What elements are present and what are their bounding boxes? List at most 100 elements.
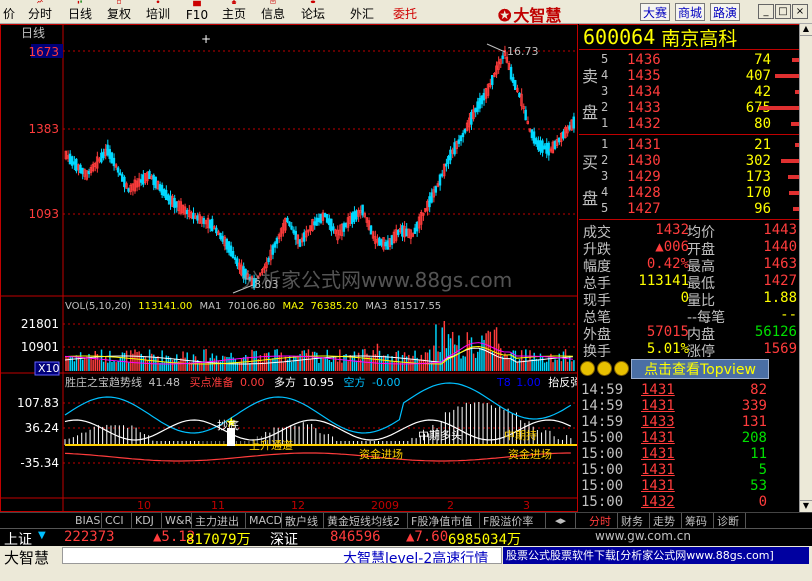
website-label[interactable]: www.gw.com.cn — [595, 529, 691, 543]
indicator-tab[interactable]: F股溢价率 — [480, 513, 546, 528]
roadshow-button[interactable]: 路演 — [710, 3, 740, 21]
candle-body — [541, 140, 544, 153]
mall-button[interactable]: 商城 — [675, 3, 705, 21]
view-tab[interactable]: 走势 — [650, 513, 682, 528]
menu-item-fuquan[interactable]: 复权 — [105, 0, 133, 24]
volume: 80 — [754, 116, 771, 132]
indicator-header: 胜庄之宝趋势线 41.48 买点准备 0.00 多方 10.95 空方 -0.0… — [65, 375, 400, 389]
view-tab[interactable]: 财务 — [618, 513, 650, 528]
tick-row[interactable]: 14:59 1431 82 — [579, 382, 799, 398]
chart-area[interactable]: 日线 1673 1383 1093 + 16.73 8.03 分析家公式网www… — [0, 24, 581, 512]
indicator-tab[interactable]: F股净值市值 — [408, 513, 480, 528]
indicator-tab[interactable]: W&R — [162, 513, 192, 528]
menu-item-forex[interactable]: 外汇 — [348, 0, 376, 24]
view-tab[interactable]: 诊断 — [714, 513, 746, 528]
menu-item-price[interactable]: 价 — [2, 0, 16, 24]
candle-body — [355, 210, 358, 220]
buy-row[interactable]: 4 1428 170 — [579, 185, 799, 201]
tick-row[interactable]: 14:59 1431 339 — [579, 398, 799, 414]
tab-scroll-arrows-icon[interactable]: ◂▸ — [552, 513, 576, 528]
buy-row[interactable]: 2 1430 302 — [579, 153, 799, 169]
candle-body — [210, 218, 214, 232]
menu-item-rixian[interactable]: 日线 — [66, 0, 94, 24]
menu-item-forum[interactable]: 论坛 — [299, 0, 327, 24]
view-tab[interactable]: 分时 — [586, 513, 618, 528]
indicator-tab[interactable]: 主力进出 — [192, 513, 246, 528]
tick-price: 1433 — [641, 414, 675, 430]
kline-chart[interactable]: 日线 1673 1383 1093 + 16.73 8.03 分析家公式网www… — [1, 25, 581, 512]
quote-value: ▲006 — [655, 239, 689, 255]
menu-item-fenshi[interactable]: 分时 — [26, 0, 54, 24]
menu-item-trade[interactable]: 委托 — [391, 0, 419, 24]
circle-indicator-icon[interactable] — [580, 361, 595, 376]
tick-price: 1431 — [641, 430, 675, 446]
candle-body — [344, 222, 348, 228]
menu-item-info[interactable]: 信息 — [259, 0, 287, 24]
candle-body — [173, 197, 176, 209]
indicator-annotation: 中期持 — [504, 428, 537, 442]
stock-header[interactable]: 600064 南京高科 — [579, 25, 799, 50]
buy-row[interactable]: 5 1427 96 — [579, 201, 799, 217]
tick-row[interactable]: 15:00 1432 0 — [579, 494, 799, 510]
sell-row[interactable]: 3 1434 42 — [579, 84, 799, 100]
volume: 21 — [754, 137, 771, 153]
candle-body — [152, 174, 155, 186]
buy-row[interactable]: 3 1429 173 — [579, 169, 799, 185]
minimize-button[interactable]: _ — [758, 4, 774, 19]
fenshi-icon — [37, 0, 43, 4]
view-tab[interactable]: 筹码 — [682, 513, 714, 528]
tick-row[interactable]: 15:00 1431 5 — [579, 462, 799, 478]
candle-body — [298, 239, 302, 247]
topview-button[interactable]: 点击查看Topview — [631, 359, 769, 379]
maximize-button[interactable]: □ — [775, 4, 791, 19]
sell-row[interactable]: 21433675 — [579, 100, 799, 116]
candle-body — [513, 80, 517, 90]
ad-banner[interactable]: 股票公式股票软件下载[分析家公式网www.88gs.com] — [503, 547, 809, 564]
indicator-tab[interactable]: BIAS — [72, 513, 102, 528]
candle-body — [434, 185, 438, 193]
indicator-annotation: 资金进场 — [359, 447, 403, 461]
tick-volume: 0 — [758, 494, 767, 510]
indicator-tab[interactable]: KDJ — [132, 513, 162, 528]
scroll-down-icon[interactable]: ▼ — [800, 500, 812, 512]
candle-body — [81, 167, 84, 175]
close-button[interactable]: × — [792, 4, 808, 19]
circle-indicator-icon[interactable] — [597, 361, 612, 376]
quote-value: 1440 — [763, 239, 797, 255]
tick-row[interactable]: 15:00 1431 208 — [579, 430, 799, 446]
quote-value: 1569 — [763, 341, 797, 357]
dropdown-arrow-icon[interactable]: ▼ — [38, 530, 46, 541]
buy-row[interactable]: 1 1431 21 — [579, 137, 799, 153]
contest-button[interactable]: 大赛 — [640, 3, 670, 21]
tick-row[interactable]: 14:59 1433 131 — [579, 414, 799, 430]
sell-row[interactable]: 1 1432 80 — [579, 116, 799, 132]
index-value-sh: 222373 — [64, 529, 115, 545]
vertical-scrollbar[interactable]: ▲ ▼ — [799, 24, 812, 512]
indicator-tab[interactable]: 黄金短线均线2 — [324, 513, 408, 528]
bottom-edge — [0, 566, 812, 581]
orderbook-divider — [579, 134, 799, 135]
candle-body — [158, 184, 162, 191]
menu-item-training[interactable]: 培训 — [144, 0, 172, 24]
candle-body — [273, 242, 277, 248]
candle-body — [511, 77, 515, 83]
candle-body — [572, 116, 575, 129]
indicator-tab[interactable]: CCI — [102, 513, 132, 528]
candle-body — [229, 245, 233, 257]
tick-row[interactable]: 15:00 1431 11 — [579, 446, 799, 462]
scroll-up-icon[interactable]: ▲ — [800, 24, 812, 36]
sell-row[interactable]: 4 1435 407 — [579, 68, 799, 84]
tick-row[interactable]: 15:00 1431 53 — [579, 478, 799, 494]
candle-body — [175, 201, 178, 208]
indicator-tab[interactable]: 散户线 — [282, 513, 324, 528]
candle-body — [480, 95, 484, 105]
indicator-tab[interactable]: MACD — [246, 513, 282, 528]
circle-indicator-icon[interactable] — [614, 361, 629, 376]
scroll-ticker[interactable]: 大智慧level-2高速行情 — [62, 547, 502, 564]
menu-item-f10[interactable]: F10 — [185, 0, 209, 24]
info-icon — [270, 0, 276, 4]
sell-row[interactable]: 5 1436 74 — [579, 52, 799, 68]
period-label: 日线 — [21, 26, 45, 40]
x-tick-label: 3 — [523, 499, 530, 511]
menu-item-home[interactable]: 主页 — [220, 0, 248, 24]
